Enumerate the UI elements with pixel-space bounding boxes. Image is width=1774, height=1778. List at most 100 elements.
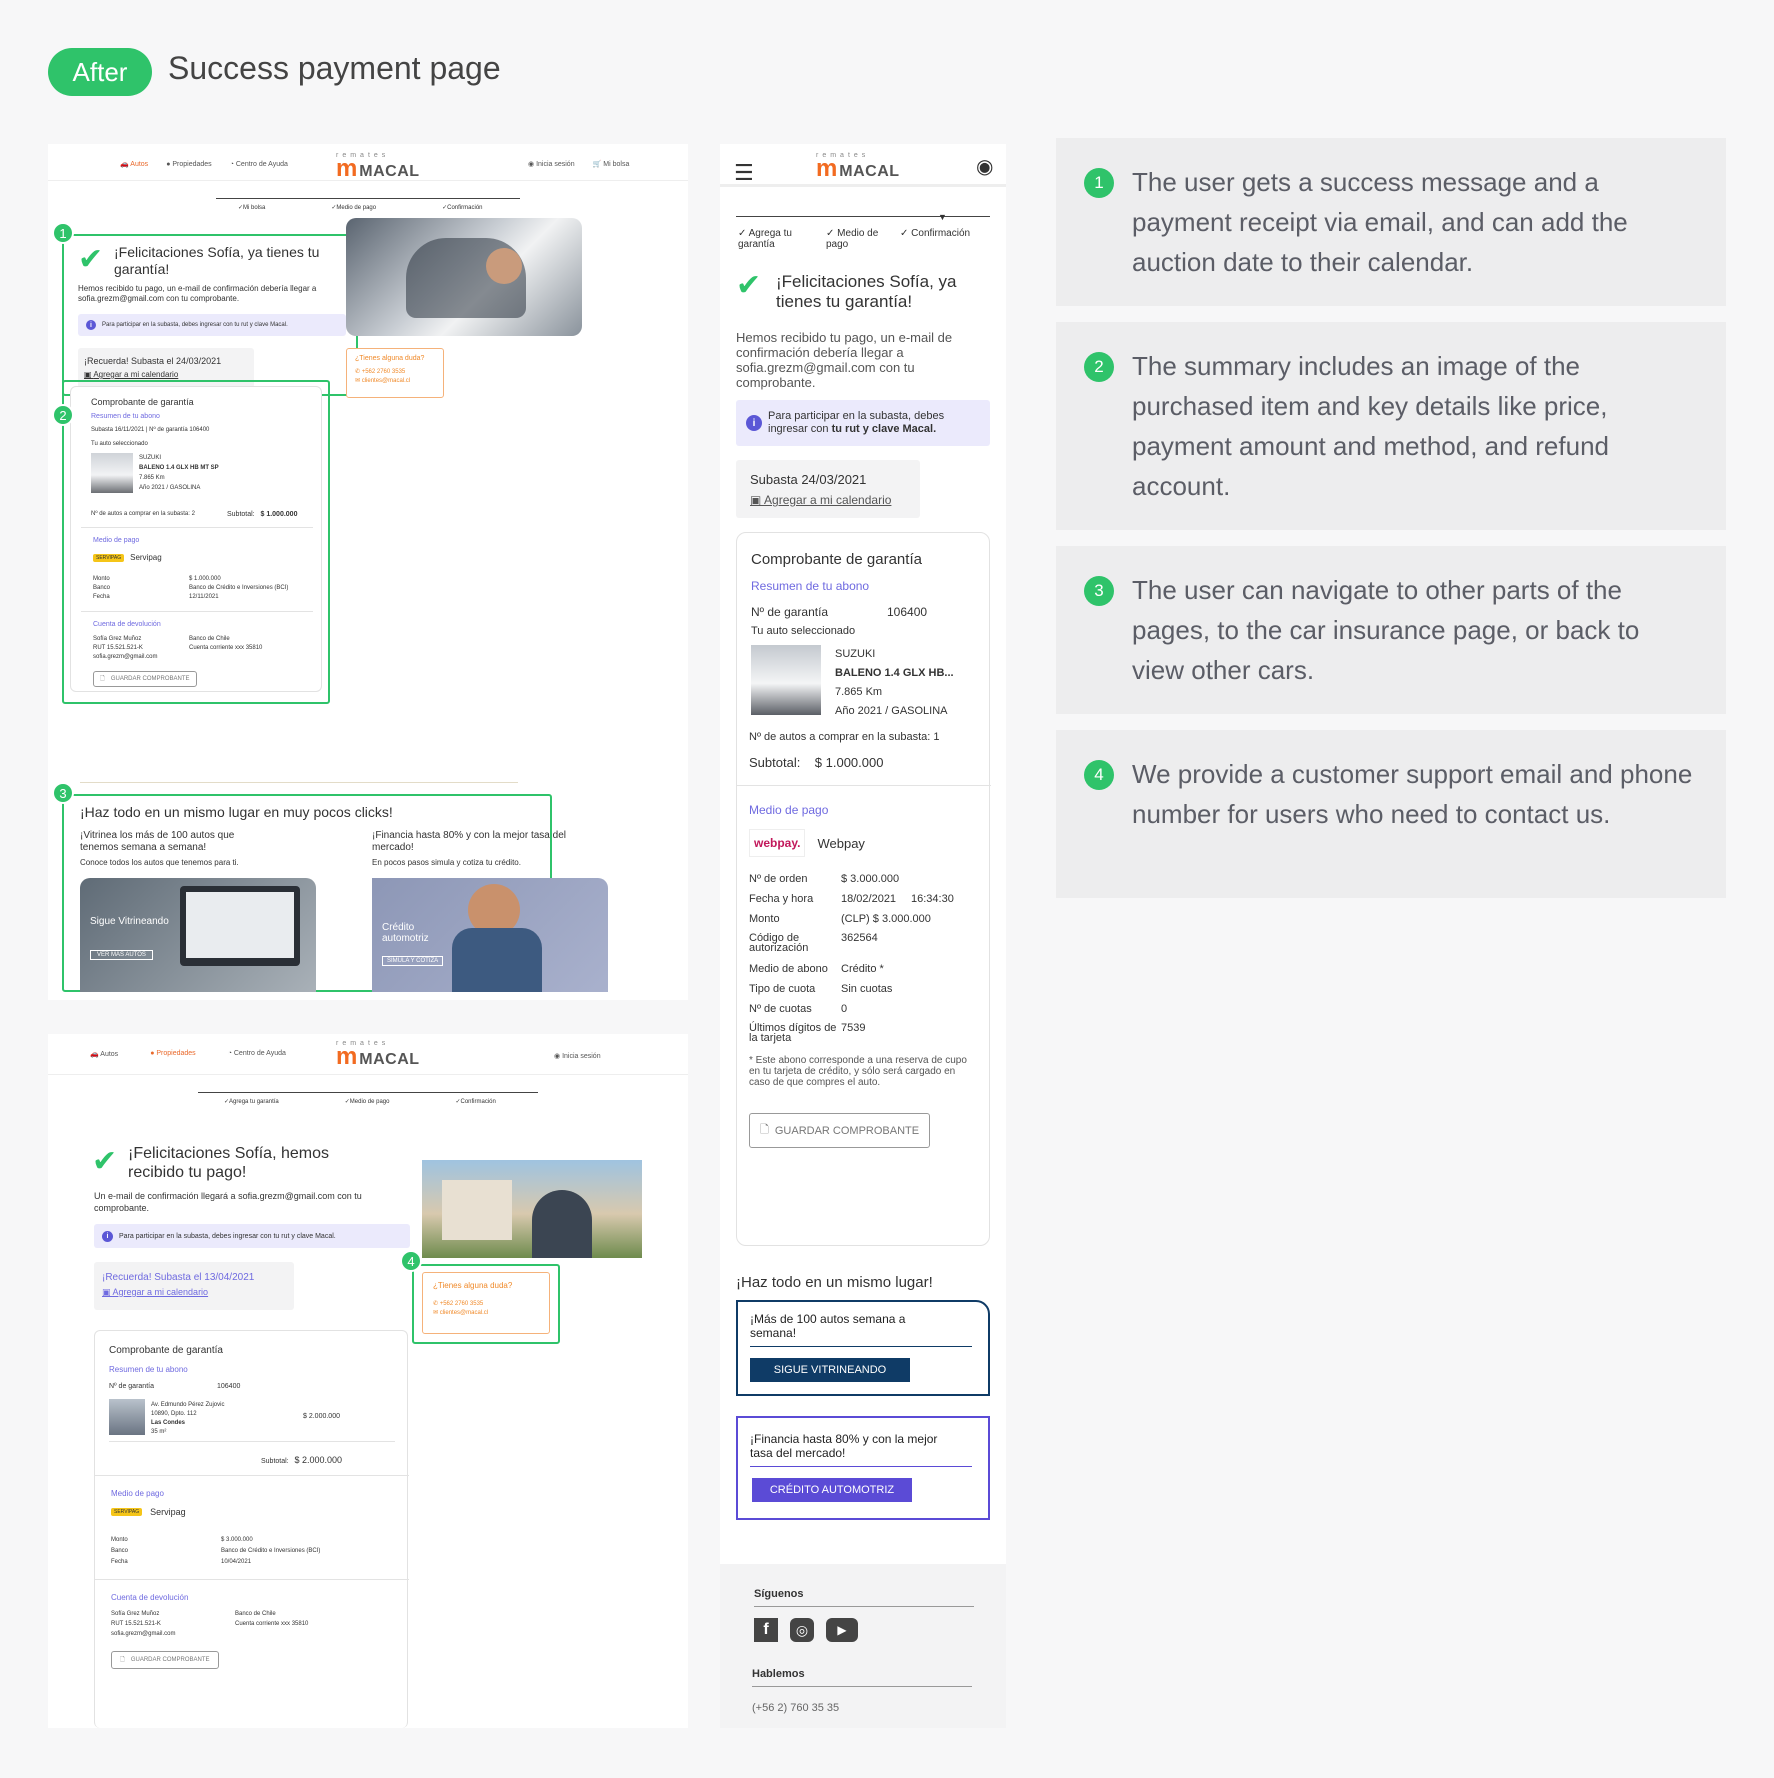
stepper: ✓Mi bolsa ✓Medio de pago ✓Confirmación <box>238 205 483 211</box>
note-4: 4 We provide a customer support email an… <box>1056 730 1726 898</box>
nav-login[interactable]: ◉ Inicia sesión <box>554 1052 601 1060</box>
top-nav: 🚗 Autos ● Propiedades ◔ Centro de Ayuda <box>120 160 288 169</box>
payment-rows: Monto $ 1.000.000 Banco Banco de Crédito e… <box>93 576 289 600</box>
car-photo <box>346 218 582 336</box>
check-icon: ✔ <box>78 243 104 276</box>
youtube-icon[interactable]: ▶ <box>826 1618 858 1642</box>
nav-autos[interactable]: 🚗 Autos <box>90 1050 118 1058</box>
marker-4: 4 <box>400 1250 422 1272</box>
marker-2: 2 <box>52 404 74 426</box>
help-email[interactable]: ✉ clientes@macal.cl <box>355 377 435 384</box>
marker-1: 1 <box>52 222 74 244</box>
help-box: ¿Tienes alguna duda? ✆ +562 2760 3535 ✉ … <box>346 348 444 398</box>
stepper: ✓ Agrega tu garantía ✓ Medio de pago ✓ C… <box>738 228 971 250</box>
success-body: Hemos recibido tu pago, un e-mail de con… <box>736 330 953 390</box>
top-nav: 🚗 Autos ● Propiedades ◔ Centro de Ayuda <box>90 1050 286 1058</box>
note-1: 1 The user gets a success message and a … <box>1056 138 1726 306</box>
note-number: 4 <box>1084 760 1114 790</box>
add-calendar-link[interactable]: ▣ Agregar a mi calendario <box>736 487 920 507</box>
progress-line <box>216 198 520 199</box>
success-body: Hemos recibido tu pago, un e-mail de con… <box>78 284 317 303</box>
mobile-footer: Síguenos f ◎ ▶ Hablemos (+56 2) 760 35 3… <box>720 1564 1006 1728</box>
payment-method: SERVIPAG Servipag <box>93 553 162 562</box>
note-number: 2 <box>1084 352 1114 382</box>
servipag-logo: SERVIPAG <box>93 553 125 562</box>
servipag-logo: SERVIPAG <box>111 1508 143 1516</box>
note-number: 3 <box>1084 576 1114 606</box>
add-calendar-link[interactable]: ▣ Agregar a mi calendario <box>94 1283 294 1298</box>
nav-propiedades[interactable]: ● Propiedades <box>150 1050 196 1058</box>
marker-3: 3 <box>52 782 74 804</box>
check-icon: ✔ <box>92 1145 118 1178</box>
user-nav: ◉ Inicia sesión 🛒 Mi bolsa <box>528 160 629 168</box>
save-receipt-button[interactable]: 🗋 GUARDAR COMPROBANTE <box>111 1651 219 1669</box>
success-title: ¡Felicitaciones Sofía, hemos recibido tu… <box>128 1145 329 1181</box>
car-thumbnail <box>751 645 821 715</box>
info-icon: i <box>102 1230 113 1242</box>
social-icons: f ◎ ▶ <box>754 1618 858 1642</box>
see-more-cars-button[interactable]: VER MÁS AUTOS <box>90 950 153 960</box>
cross-sell-title: ¡Haz todo en un mismo lugar! <box>736 1274 933 1291</box>
car-details: SUZUKI BALENO 1.4 GLX HB... 7.865 Km Año 20… <box>835 648 954 717</box>
info-icon: i <box>746 415 762 431</box>
macal-logo[interactable]: remates m MACAL <box>816 152 900 183</box>
desktop-property-mockup: 🚗 Autos ● Propiedades ◔ Centro de Ayuda … <box>48 1034 688 1728</box>
reminder-box: ¡Recuerda! Subasta el 13/04/2021 ▣ Agreg… <box>94 1262 294 1310</box>
add-calendar-link[interactable]: ▣ Agregar a mi calendario <box>78 366 254 379</box>
receipt-card: Comprobante de garantía Resumen de tu ab… <box>736 532 991 1246</box>
mobile-mockup: ☰ remates m MACAL ◉ ▼ ✓ Agrega tu garantí… <box>720 144 1006 1728</box>
stepper-pointer: ▼ <box>938 212 947 222</box>
car-details: SUZUKI BALENO 1.4 GLX HB MT SP 7.865 Km Año… <box>139 455 219 491</box>
success-title: ¡Felicitaciones Sofía, ya tienes tu gara… <box>114 244 320 277</box>
info-banner: i Para participar en la subasta, debes i… <box>736 400 990 446</box>
note-3: 3 The user can navigate to other parts o… <box>1056 546 1726 714</box>
help-phone[interactable]: ✆ +562 2760 3535 <box>355 368 435 375</box>
info-icon: i <box>86 320 96 330</box>
macal-logo[interactable]: remates m MACAL <box>336 1040 420 1071</box>
nav-ayuda[interactable]: ◔ Centro de Ayuda <box>230 161 288 168</box>
simulate-button[interactable]: SIMULA Y COTIZA <box>382 956 444 966</box>
nav-login[interactable]: ◉ Inicia sesión <box>528 160 575 168</box>
menu-icon[interactable]: ☰ <box>734 160 754 186</box>
vitrinea-card[interactable]: Sigue Vitrineando VER MÁS AUTOS <box>80 878 316 992</box>
auto-credit-button[interactable]: CRÉDITO AUTOMOTRIZ <box>752 1478 912 1502</box>
help-box: ¿Tienes alguna duda? ✆ +562 2760 3535 ✉ … <box>422 1272 550 1334</box>
page-title: Success payment page <box>168 50 501 86</box>
note-2: 2 The summary includes an image of the p… <box>1056 322 1726 530</box>
promo-cars-card: ¡Más de 100 autos semana a semana! SIGUE… <box>736 1300 990 1396</box>
payment-rows: Nº de orden $ 3.000.000 Fecha y hora 18/02… <box>749 873 954 1044</box>
promo-credit-card: ¡Financia hasta 80% y con la mejor tasa … <box>736 1416 990 1520</box>
payment-method: SERVIPAG Servipag <box>111 1507 186 1517</box>
nav-autos[interactable]: 🚗 Autos <box>120 160 148 168</box>
credito-card[interactable]: Crédito automotriz SIMULA Y COTIZA <box>372 878 608 992</box>
property-thumbnail <box>109 1399 145 1435</box>
note-number: 1 <box>1084 168 1114 198</box>
receipt-card: Comprobante de garantía Resumen de tu ab… <box>94 1330 409 1728</box>
car-thumbnail <box>91 453 133 493</box>
help-email[interactable]: ✉ clientes@macal.cl <box>433 1309 539 1316</box>
help-phone[interactable]: ✆ +562 2760 3535 <box>433 1300 539 1307</box>
nav-bolsa[interactable]: 🛒 Mi bolsa <box>593 160 630 168</box>
account-icon[interactable]: ◉ <box>976 154 993 179</box>
instagram-icon[interactable]: ◎ <box>790 1618 814 1642</box>
after-badge: After <box>48 48 152 96</box>
success-body: Un e-mail de confirmación llegará a sofi… <box>94 1191 362 1213</box>
keep-browsing-button[interactable]: SIGUE VITRINEANDO <box>750 1358 910 1382</box>
cross-sell-title: ¡Haz todo en un mismo lugar en muy pocos… <box>80 804 393 820</box>
footer-phone[interactable]: (+56 2) 760 35 35 <box>752 1702 839 1714</box>
save-receipt-button[interactable]: 🗋 GUARDAR COMPROBANTE <box>93 671 197 687</box>
nav-propiedades[interactable]: ● Propiedades <box>166 161 212 168</box>
check-icon: ✔ <box>736 269 762 302</box>
payment-rows: Monto $ 3.000.000 Banco Banco de Crédito e… <box>111 1537 321 1565</box>
house-photo <box>422 1160 642 1258</box>
macal-logo[interactable]: remates m MACAL <box>336 152 420 183</box>
facebook-icon[interactable]: f <box>754 1618 778 1642</box>
payment-method: webpay. Webpay <box>749 829 865 857</box>
info-banner: i Para participar en la subasta, debes in… <box>94 1224 410 1248</box>
success-title: ¡Felicitaciones Sofía, ya tienes tu gara… <box>776 272 957 311</box>
desktop-auto-mockup: 🚗 Autos ● Propiedades ◔ Centro de Ayuda … <box>48 144 688 1000</box>
footnote: * Este abono corresponde a una reserva d… <box>749 1055 967 1088</box>
stepper: ✓Agrega tu garantía ✓Medio de pago ✓Conf… <box>224 1099 496 1105</box>
save-receipt-button[interactable]: 🗋 GUARDAR COMPROBANTE <box>749 1113 931 1148</box>
nav-ayuda[interactable]: ◔ Centro de Ayuda <box>228 1050 286 1058</box>
